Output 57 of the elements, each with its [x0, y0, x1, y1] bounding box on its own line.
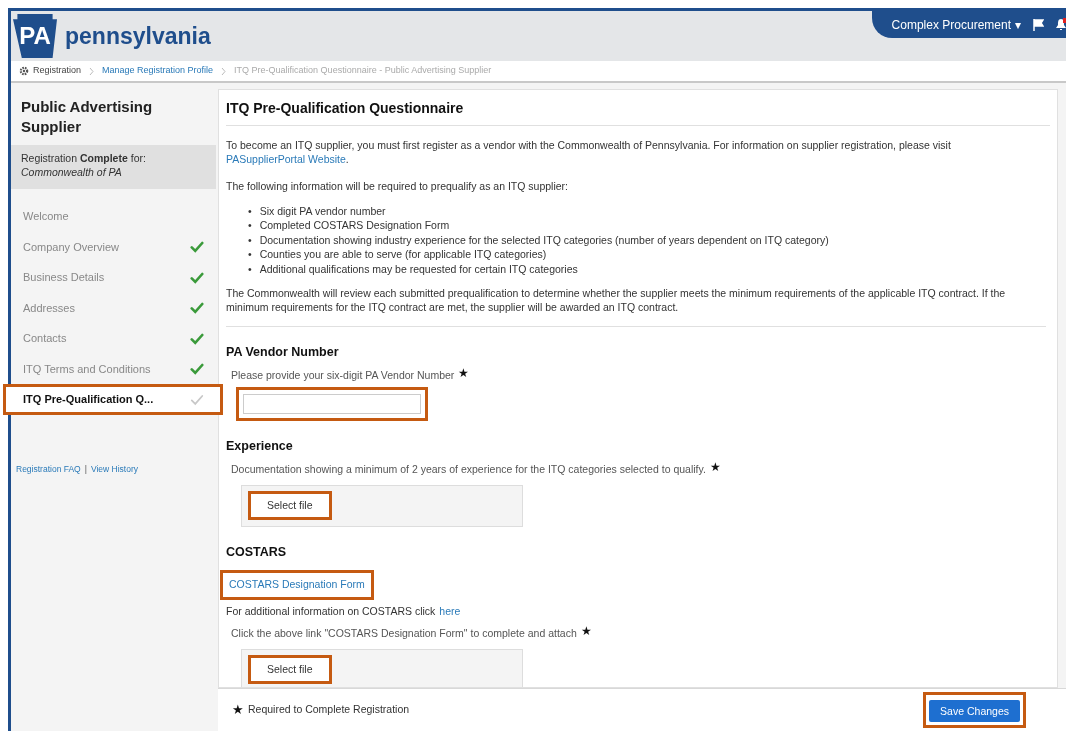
- breadcrumb-current: ITQ Pre-Qualification Questionnaire - Public Advertising Supplier: [234, 64, 492, 78]
- flag-icon[interactable]: [1033, 18, 1044, 31]
- section-heading: COSTARS: [226, 544, 288, 562]
- sidebar-item[interactable]: ITQ Pre-Qualification Q...: [3, 384, 223, 415]
- page-title: ITQ Pre-Qualification Questionnaire: [226, 98, 1050, 126]
- breadcrumb-link[interactable]: Registration: [19, 64, 82, 78]
- link-separator: |: [84, 462, 87, 476]
- input-field[interactable]: [243, 393, 421, 414]
- breadcrumb-link[interactable]: Manage Registration Profile: [102, 64, 214, 78]
- sidebar-item[interactable]: Business Details: [11, 262, 216, 293]
- select-file-button[interactable]: Select file: [248, 491, 332, 521]
- sidebar-link[interactable]: View History: [90, 462, 139, 476]
- requirement-item: Additional qualifications may be requested for certain ITQ categories: [259, 261, 578, 277]
- required-star-icon: ★: [458, 368, 470, 384]
- intro-text: To become an ITQ supplier, you must first register as a vendor with the Commonwealth of Pennsylvania. For information on supplier registration, please visit PASupplierPortal Website.: [226, 138, 952, 166]
- sidebar-item[interactable]: Company Overview: [11, 231, 216, 262]
- sidebar-item[interactable]: Welcome: [11, 201, 216, 232]
- registration-status: Registration Complete for:: [21, 151, 147, 165]
- sidebar-link[interactable]: Registration FAQ: [16, 462, 81, 476]
- sidebar-item[interactable]: Addresses: [11, 292, 216, 323]
- keystone-logo: PA: [13, 14, 57, 58]
- caret-icon: ▾: [1015, 15, 1021, 34]
- required-star-icon: ★: [232, 700, 244, 720]
- bell-icon[interactable]: [1056, 18, 1066, 31]
- section-heading: PA Vendor Number: [226, 344, 340, 362]
- here-link[interactable]: here: [439, 603, 461, 620]
- field-label: Please provide your six-digit PA Vendor Number: [231, 368, 455, 383]
- info-text: For additional information on COSTARS click: [226, 603, 436, 619]
- requirement-item: Documentation showing industry experience for the selected ITQ categories (number of years dependent on ITQ category): [259, 232, 829, 248]
- review-text: The Commonwealth will review each submitted prequalification to determine whether the supplier meets the minimum requirements of the applicable ITQ contract. If the minimum requirements for the ITQ contract are met, the supplier will be awarded an ITQ contract.: [226, 286, 1046, 328]
- bullet-icon: •: [248, 203, 252, 219]
- required-note: Required to Complete Registration: [248, 702, 410, 718]
- logo-text: pennsylvania: [65, 21, 211, 51]
- field-label: Documentation showing a minimum of 2 years of experience for the ITQ categories selected to qualify.: [231, 461, 706, 477]
- bullet-icon: •: [248, 218, 252, 233]
- chevron-icon: [221, 66, 227, 76]
- save-changes-button[interactable]: Save Changes: [929, 700, 1020, 723]
- bullet-icon: •: [248, 232, 252, 248]
- sidebar-title: Public Advertising Supplier: [20, 97, 154, 137]
- section-heading: Experience: [226, 437, 294, 455]
- chevron-icon: [89, 66, 95, 76]
- select-file-button[interactable]: Select file: [248, 655, 332, 685]
- requirements-lead: The following information will be required to prequalify as an ITQ supplier:: [226, 179, 569, 194]
- bullet-icon: •: [248, 261, 252, 277]
- sidebar-item[interactable]: Contacts: [11, 323, 216, 354]
- requirement-item: Six digit PA vendor number: [259, 203, 386, 219]
- field-label: Click the above link "COSTARS Designation Form" to complete and attach: [231, 625, 577, 641]
- requirement-item: Counties you are able to serve (for applicable ITQ categories): [259, 247, 547, 262]
- requirement-item: Completed COSTARS Designation Form: [259, 218, 450, 233]
- bullet-icon: •: [248, 247, 252, 262]
- sidebar-item[interactable]: ITQ Terms and Conditions: [11, 353, 216, 384]
- organization-name: Commonwealth of PA: [21, 165, 123, 179]
- required-star-icon: ★: [580, 625, 592, 642]
- portal-link[interactable]: PASupplierPortal Website: [226, 153, 346, 165]
- gear-icon: [19, 66, 29, 76]
- costars-form-link[interactable]: COSTARS Designation Form: [220, 570, 374, 600]
- required-star-icon: ★: [709, 461, 721, 478]
